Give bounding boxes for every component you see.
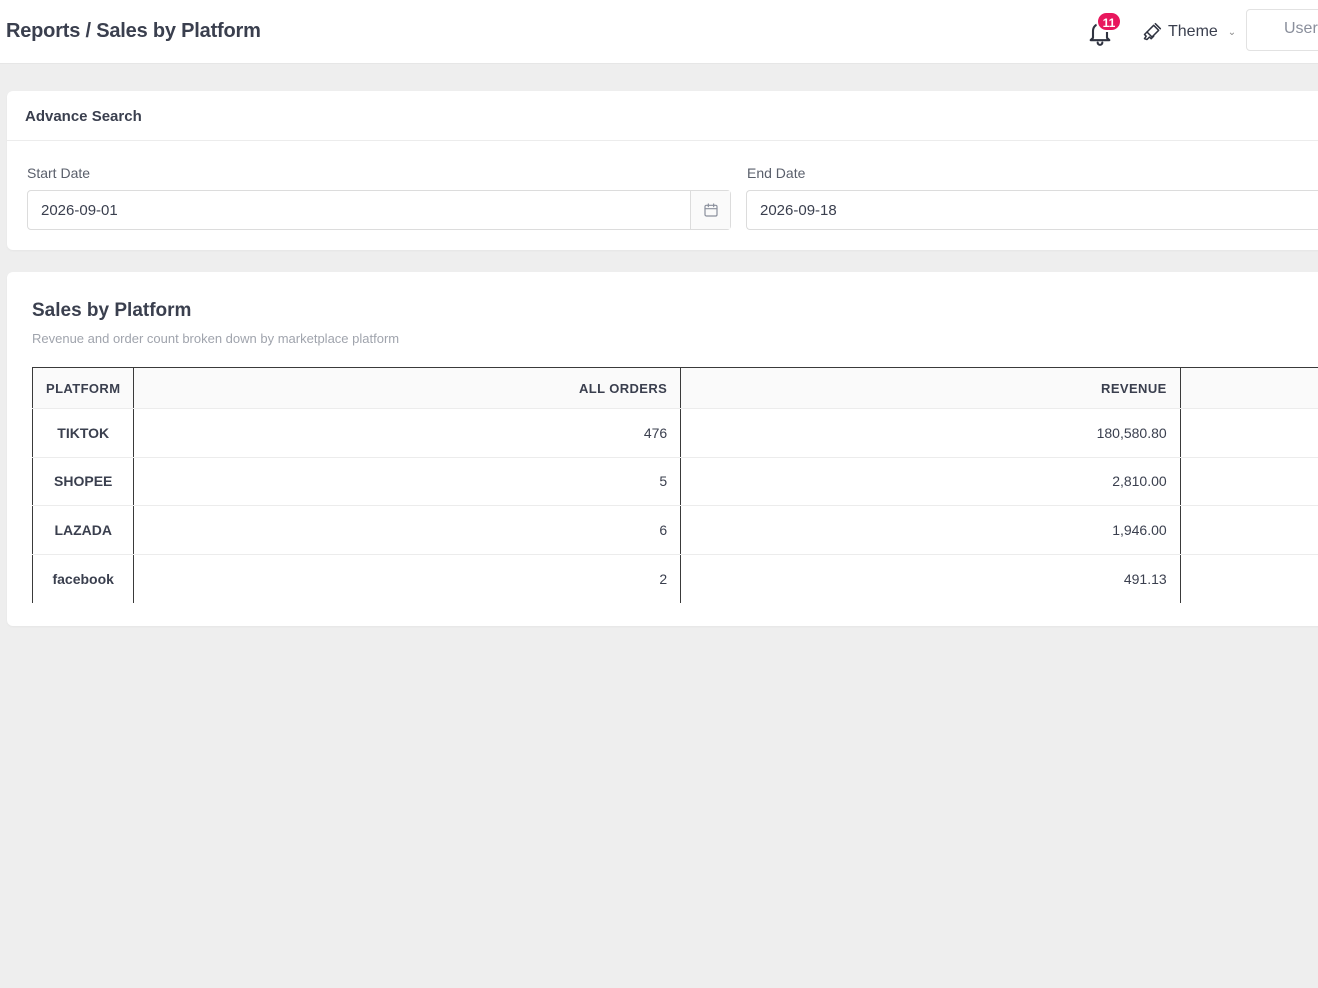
revenue-cell: 2,810.00: [680, 457, 1181, 506]
page-title: Reports / Sales by Platform: [6, 20, 261, 42]
platform-cell: SHOPEE: [31, 457, 135, 506]
paintbrush-icon: [1143, 22, 1162, 41]
calendar-icon: [703, 203, 718, 217]
report-title: Sales by Platform: [32, 300, 192, 321]
report-subtitle: Revenue and order count broken down by m…: [32, 331, 400, 346]
start-date-value: 2026-09-01: [41, 202, 118, 219]
revenue-cell: 180,580.80: [680, 408, 1181, 458]
start-date-calendar-button[interactable]: [690, 191, 730, 229]
table-header-row: PLATFORM ALL ORDERS REVENUE: [31, 367, 1318, 409]
start-date-field[interactable]: 2026-09-01: [27, 190, 731, 230]
column-header-platform[interactable]: PLATFORM: [31, 367, 135, 409]
orders-cell: 6: [133, 505, 682, 555]
platform-cell: TIKTOK: [31, 408, 135, 458]
table-row: SHOPEE 5 2,810.00: [31, 457, 1318, 506]
revenue-cell: 491.13: [680, 554, 1181, 603]
column-header-orders[interactable]: ALL ORDERS: [133, 367, 682, 409]
advance-search-title: Advance Search: [7, 91, 1318, 141]
user-menu[interactable]: User: [1246, 9, 1318, 51]
end-date-label: End Date: [747, 165, 806, 181]
end-date-field[interactable]: 2026-09-18: [746, 190, 1318, 230]
orders-cell: 5: [133, 457, 682, 506]
sales-by-platform-card: Sales by Platform Revenue and order coun…: [7, 272, 1318, 626]
start-date-label: Start Date: [27, 165, 91, 181]
platform-cell: facebook: [31, 554, 135, 603]
table-row: TIKTOK 476 180,580.80: [31, 408, 1318, 458]
column-header-extra: [1179, 367, 1318, 409]
sales-table: PLATFORM ALL ORDERS REVENUE TIKTOK 476 1…: [31, 367, 1318, 603]
top-bar: Reports / Sales by Platform 11 Theme ⌄ U…: [0, 0, 1318, 64]
orders-cell: 2: [133, 554, 682, 603]
extra-cell: [1179, 457, 1318, 506]
table-row: facebook 2 491.13: [31, 554, 1318, 603]
theme-dropdown[interactable]: Theme ⌄: [1142, 20, 1236, 44]
revenue-cell: 1,946.00: [680, 505, 1181, 555]
platform-cell: LAZADA: [31, 505, 135, 555]
end-date-value: 2026-09-18: [760, 202, 837, 219]
orders-cell: 476: [133, 408, 682, 458]
notification-badge: 11: [1096, 11, 1122, 32]
column-header-revenue[interactable]: REVENUE: [680, 367, 1181, 409]
advance-search-card: Advance Search Start Date 2026-09-01 End…: [7, 91, 1318, 250]
extra-cell: [1179, 408, 1318, 458]
extra-cell: [1179, 554, 1318, 603]
table-row: LAZADA 6 1,946.00: [31, 505, 1318, 555]
theme-label: Theme: [1168, 23, 1218, 40]
chevron-down-icon: ⌄: [1227, 26, 1237, 38]
extra-cell: [1179, 505, 1318, 555]
